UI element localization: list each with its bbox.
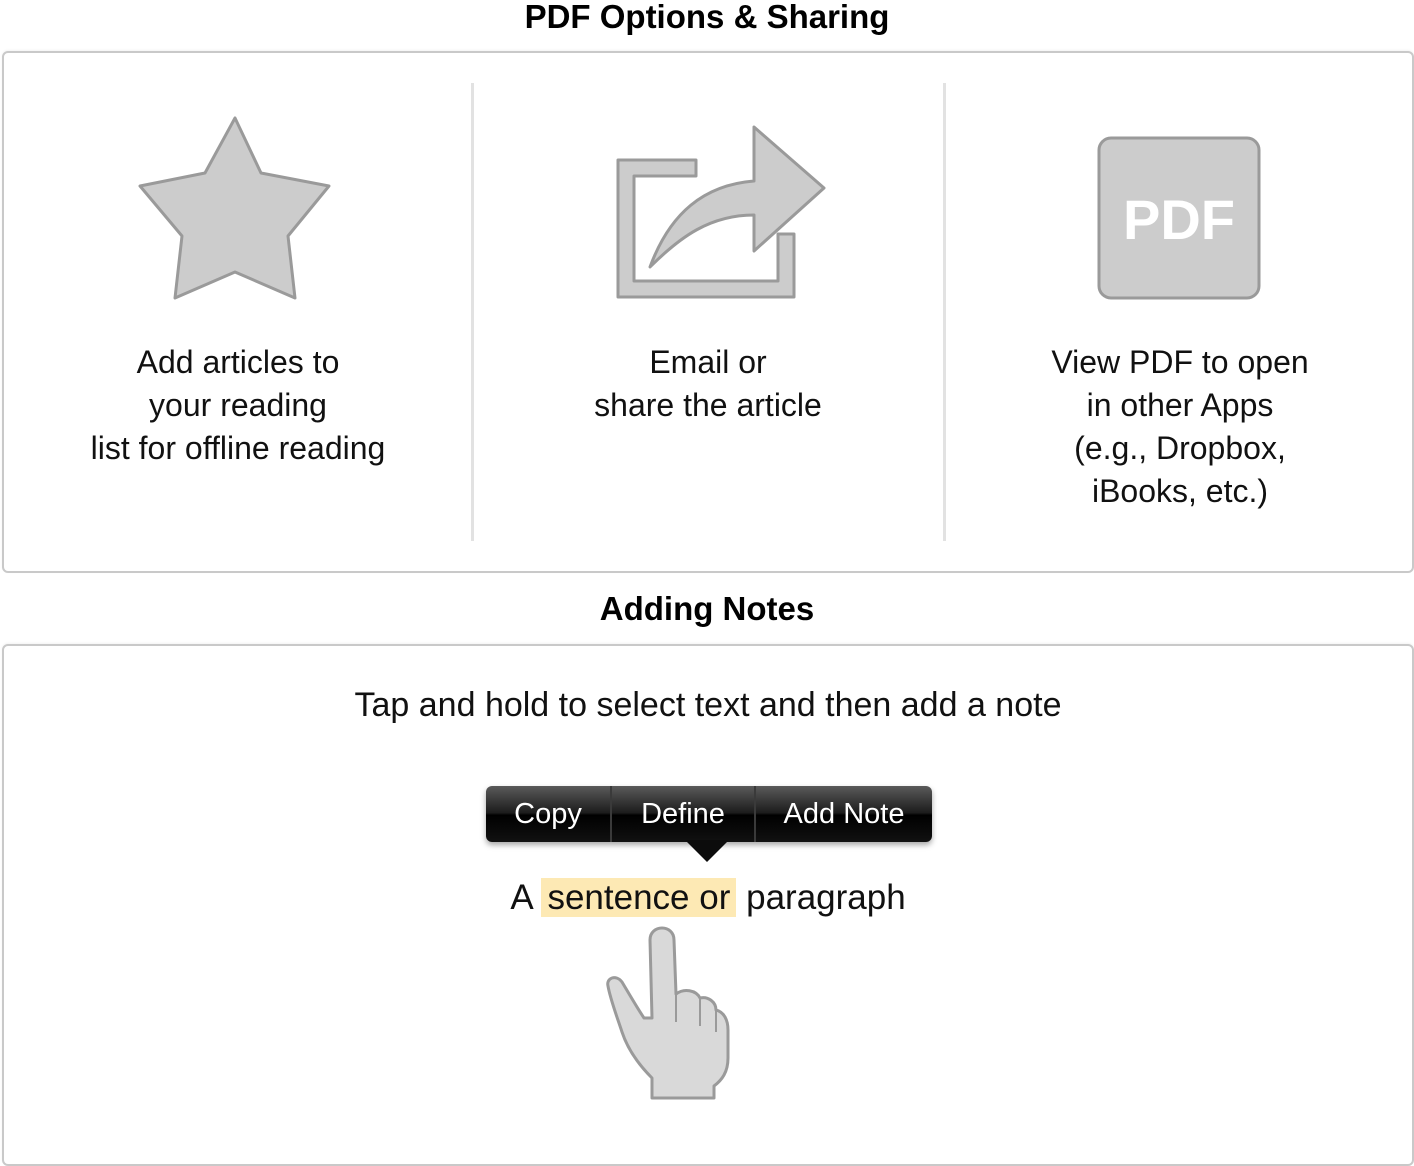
section-title-pdf-options: PDF Options & Sharing: [524, 0, 890, 35]
text-selection-menu: Copy Define Add Note: [486, 786, 932, 842]
sentence-end: paragraph: [746, 878, 906, 917]
sentence-start: A: [510, 878, 532, 917]
menu-pointer-arrow: [685, 840, 729, 862]
pdf-icon: PDF: [1097, 136, 1261, 300]
adding-notes-panel: Tap and hold to select text and then add…: [2, 644, 1414, 1166]
notes-instruction: Tap and hold to select text and then add…: [354, 686, 1062, 724]
pdf-options-panel: Add articles to your reading list for of…: [2, 51, 1414, 573]
section-title-adding-notes: Adding Notes: [599, 590, 815, 627]
pointing-hand-icon: [606, 926, 730, 1100]
copy-menu-item[interactable]: Copy: [486, 786, 612, 842]
add-note-menu-item[interactable]: Add Note: [756, 786, 932, 842]
share-description: Email or share the article: [594, 344, 822, 423]
selected-text-highlight[interactable]: sentence or: [541, 878, 737, 917]
star-icon: [138, 116, 331, 300]
share-column[interactable]: Email or share the article: [474, 53, 942, 571]
define-menu-item[interactable]: Define: [612, 786, 756, 842]
share-icon: [616, 125, 826, 299]
pdf-description: View PDF to open in other Apps (e.g., Dr…: [1051, 344, 1309, 509]
sample-sentence[interactable]: A sentence or paragraph: [4, 876, 1412, 920]
pdf-column[interactable]: PDF View PDF to open in other Apps (e.g.…: [946, 53, 1414, 571]
reading-list-column[interactable]: Add articles to your reading list for of…: [4, 53, 472, 571]
reading-list-description: Add articles to your reading list for of…: [90, 344, 386, 466]
pdf-icon-label: PDF: [1123, 188, 1235, 251]
